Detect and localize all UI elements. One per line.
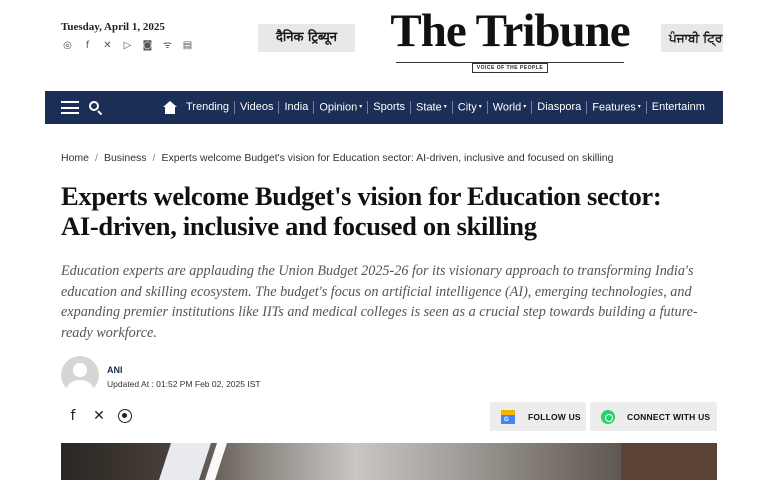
nav-item-entertainment[interactable]: Entertainm xyxy=(645,101,710,114)
menu-icon[interactable] xyxy=(61,101,79,114)
nav-item-state[interactable]: State ▾ xyxy=(410,100,452,115)
chevron-down-icon: ▾ xyxy=(478,103,482,110)
article-headline: Experts welcome Budget's vision for Educ… xyxy=(61,181,662,241)
updated-timestamp: Updated At : 01:52 PM Feb 02, 2025 IST xyxy=(107,379,261,389)
nav-item-trending[interactable]: Trending xyxy=(181,101,234,114)
nav-item-videos[interactable]: Videos xyxy=(234,101,278,114)
nav-item-diaspora[interactable]: Diaspora xyxy=(531,101,586,114)
avatar xyxy=(61,356,99,394)
nav-items: Trending Videos India Opinion ▾ Sports St… xyxy=(181,100,710,115)
x-icon[interactable]: ✕ xyxy=(101,39,114,52)
breadcrumb-separator: / xyxy=(152,152,156,164)
nav-item-opinion[interactable]: Opinion ▾ xyxy=(313,100,367,115)
youtube-icon[interactable]: ▷ xyxy=(121,39,134,52)
instagram-icon[interactable]: ◙ xyxy=(141,39,154,52)
breadcrumb-home[interactable]: Home xyxy=(61,152,89,164)
nav-item-features[interactable]: Features ▾ xyxy=(586,100,645,115)
connect-with-us-button[interactable]: CONNECT WITH US xyxy=(590,402,717,431)
epaper-icon[interactable]: ▤ xyxy=(181,39,194,52)
chevron-down-icon: ▾ xyxy=(443,103,447,110)
tagline: VOICE OF THE PEOPLE xyxy=(471,63,549,73)
logo-text: The Tribune xyxy=(390,5,630,57)
breadcrumb-current: Experts welcome Budget's vision for Educ… xyxy=(161,152,614,164)
nav-item-sports[interactable]: Sports xyxy=(367,101,410,114)
chevron-down-icon: ▾ xyxy=(637,103,641,110)
chevron-down-icon: ▾ xyxy=(359,103,363,110)
site-logo[interactable]: The Tribune VOICE OF THE PEOPLE xyxy=(390,5,631,73)
whatsapp-icon[interactable]: ◎ xyxy=(61,39,74,52)
site-header: Tuesday, April 1, 2025 ◎ f ✕ ▷ ◙ ᯤ ▤ दैन… xyxy=(0,0,768,90)
hindi-edition-link[interactable]: दैनिक ट्रिब्यून xyxy=(258,24,355,52)
home-icon[interactable] xyxy=(163,101,177,114)
whatsapp-icon xyxy=(601,409,615,424)
chevron-down-icon: ▾ xyxy=(523,103,527,110)
nav-item-india[interactable]: India xyxy=(278,101,313,114)
social-links: ◎ f ✕ ▷ ◙ ᯤ ▤ xyxy=(61,39,194,52)
breadcrumb-separator: / xyxy=(95,152,98,164)
x-share-icon[interactable]: ✕ xyxy=(92,408,106,424)
facebook-share-icon[interactable]: f xyxy=(66,408,80,424)
header-date: Tuesday, April 1, 2025 xyxy=(61,21,165,33)
google-news-icon: G xyxy=(501,409,515,424)
facebook-icon[interactable]: f xyxy=(81,39,94,52)
connect-label: CONNECT WITH US xyxy=(627,411,711,422)
breadcrumb-business[interactable]: Business xyxy=(104,152,147,164)
tagline-rule: VOICE OF THE PEOPLE xyxy=(390,56,630,73)
author-name[interactable]: ANI xyxy=(107,365,123,375)
rss-icon[interactable]: ᯤ xyxy=(161,39,174,52)
main-nav: Trending Videos India Opinion ▾ Sports St… xyxy=(45,91,723,124)
nav-item-world[interactable]: World ▾ xyxy=(486,100,532,115)
follow-us-button[interactable]: G FOLLOW US xyxy=(490,402,586,431)
share-bar: f ✕ xyxy=(66,408,132,424)
breadcrumb: Home / Business / Experts welcome Budget's v… xyxy=(61,152,613,164)
punjabi-edition-link[interactable]: ਪੰਜਾਬੀ ਟ੍ਰਿ xyxy=(661,24,723,52)
follow-us-label: FOLLOW US xyxy=(528,411,581,422)
search-icon[interactable] xyxy=(89,100,103,115)
nav-item-city[interactable]: City ▾ xyxy=(451,100,487,115)
whatsapp-share-icon[interactable] xyxy=(118,409,132,423)
article-hero-image xyxy=(61,443,717,480)
article-summary: Education experts are applauding the Uni… xyxy=(61,263,698,341)
